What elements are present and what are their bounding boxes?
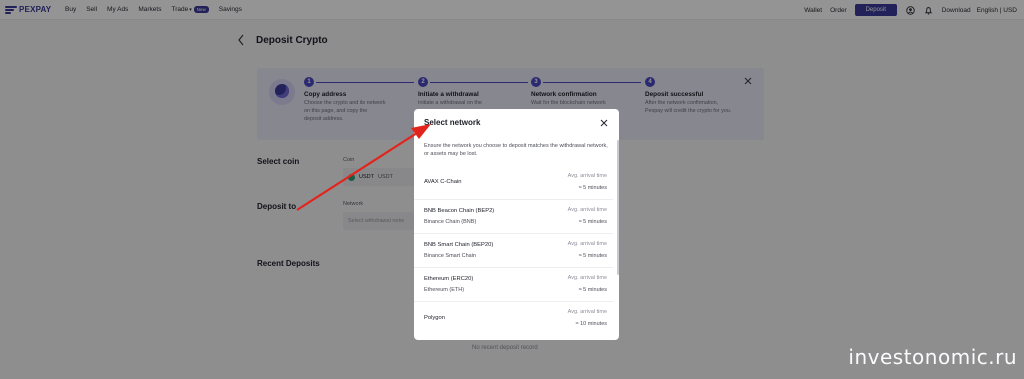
arrival-time-label: Avg. arrival time	[567, 173, 607, 179]
network-subtitle: Ethereum (ETH)	[424, 287, 465, 293]
network-option[interactable]: AVAX C-Chain Avg. arrival time ≈ 5 minut…	[414, 166, 613, 200]
arrival-time-label: Avg. arrival time	[567, 241, 607, 247]
network-option[interactable]: BNB Beacon Chain (BEP2) Binance Chain (B…	[414, 200, 613, 234]
arrival-time-label: Avg. arrival time	[567, 275, 607, 281]
network-subtitle: Binance Smart Chain	[424, 253, 476, 259]
modal-description: Ensure the network you choose to deposit…	[424, 143, 608, 157]
network-option[interactable]: Polygon Avg. arrival time ≈ 10 minutes	[414, 302, 613, 336]
arrival-time-value: ≈ 10 minutes	[575, 321, 607, 327]
select-network-modal: Select network Ensure the network you ch…	[414, 109, 619, 340]
modal-title: Select network	[424, 118, 481, 127]
arrival-time-value: ≈ 5 minutes	[578, 185, 607, 191]
arrival-time-value: ≈ 5 minutes	[578, 287, 607, 293]
network-option[interactable]: BNB Smart Chain (BEP20) Binance Smart Ch…	[414, 234, 613, 268]
network-list: AVAX C-Chain Avg. arrival time ≈ 5 minut…	[414, 166, 613, 336]
arrival-time-label: Avg. arrival time	[567, 207, 607, 213]
network-subtitle: Binance Chain (BNB)	[424, 219, 477, 225]
network-name: Polygon	[424, 315, 445, 321]
arrival-time-label: Avg. arrival time	[567, 309, 607, 315]
modal-scrollbar[interactable]	[617, 140, 619, 275]
network-name: Ethereum (ERC20)	[424, 276, 474, 282]
arrival-time-value: ≈ 5 minutes	[578, 253, 607, 259]
network-option[interactable]: Ethereum (ERC20) Ethereum (ETH) Avg. arr…	[414, 268, 613, 302]
network-name: AVAX C-Chain	[424, 179, 462, 185]
watermark: investonomic.ru	[848, 345, 1017, 369]
network-name: BNB Smart Chain (BEP20)	[424, 242, 494, 248]
close-icon[interactable]	[600, 119, 608, 127]
arrival-time-value: ≈ 5 minutes	[578, 219, 607, 225]
network-name: BNB Beacon Chain (BEP2)	[424, 208, 495, 214]
